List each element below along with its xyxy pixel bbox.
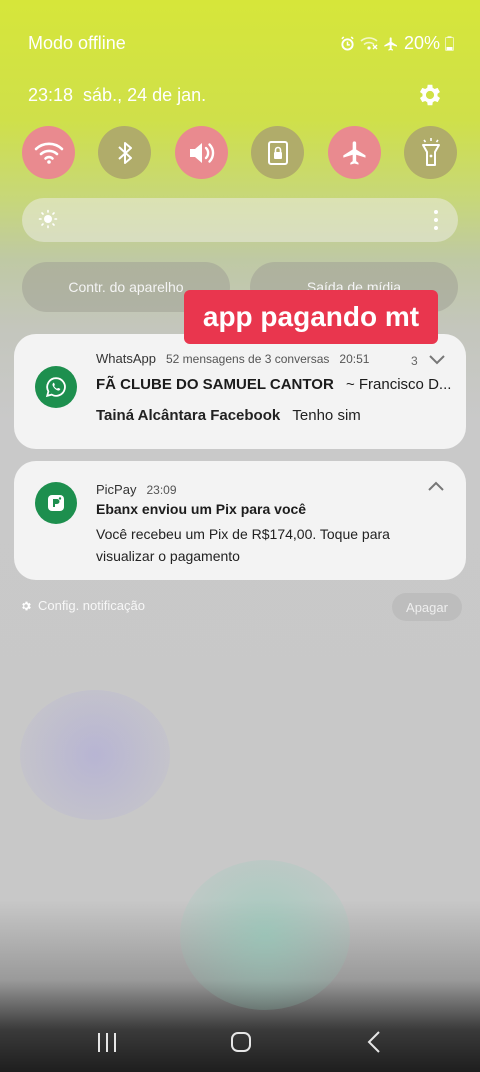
battery-percent: 20%: [403, 33, 440, 53]
chevron-down-icon[interactable]: [428, 354, 446, 366]
bluetooth-icon: [117, 141, 132, 164]
datetime: 23:18 sáb., 24 de jan.: [28, 85, 206, 106]
airplane-icon: [342, 140, 365, 165]
notification-title: FÃ CLUBE DO SAMUEL CANTOR ~ Francisco D.…: [96, 376, 451, 393]
home-icon[interactable]: [226, 1028, 256, 1056]
sound-toggle[interactable]: [175, 126, 228, 179]
carrier-label: Modo offline: [28, 33, 126, 53]
airplane-toggle[interactable]: [328, 126, 381, 179]
picpay-icon: [35, 482, 77, 524]
notification-body-line: visualizar o pagamento: [96, 548, 240, 564]
navigation-bar: [0, 1020, 480, 1072]
app-name: WhatsApp: [96, 351, 156, 366]
airplane-icon: [384, 36, 397, 51]
notification-settings-label: Config. notificação: [38, 598, 145, 613]
brightness-slider[interactable]: [22, 198, 458, 242]
wifi-off-icon: [360, 37, 378, 50]
quick-toggles: [22, 126, 458, 180]
gear-icon: [22, 601, 31, 610]
group-name: FÃ CLUBE DO SAMUEL CANTOR: [96, 376, 334, 393]
date: sáb., 24 de jan.: [83, 85, 207, 105]
flashlight-icon: [421, 137, 440, 166]
group-sender: ~ Francisco D...: [345, 376, 452, 393]
back-icon[interactable]: [360, 1028, 390, 1056]
notification-settings-button[interactable]: Config. notificação: [20, 598, 145, 613]
status-bar: Modo offline 20%: [0, 30, 480, 58]
more-options-icon[interactable]: [432, 208, 440, 232]
message-sender: Tainá Alcântara Facebook: [96, 407, 281, 424]
clock: 23:18: [28, 85, 74, 105]
alarm-icon: [341, 36, 354, 51]
gear-icon[interactable]: [416, 81, 444, 109]
recents-icon[interactable]: [92, 1028, 122, 1056]
wallpaper-blob: [180, 860, 350, 1010]
notification-picpay[interactable]: PicPay 23:09 Ebanx enviou um Pix para vo…: [14, 461, 466, 580]
volume-icon: [189, 142, 214, 163]
notification-message: Tainá Alcântara Facebook Tenho sim: [96, 407, 361, 424]
wifi-toggle[interactable]: [22, 126, 75, 179]
battery-icon: [445, 36, 454, 51]
brightness-icon: [38, 209, 58, 229]
rotation-lock-toggle[interactable]: [251, 126, 304, 179]
notification-time: 23:09: [146, 482, 177, 497]
notification-header: PicPay 23:09: [96, 482, 177, 497]
whatsapp-icon: [35, 366, 77, 408]
notification-body-line: Você recebeu um Pix de R$174,00. Toque p…: [96, 526, 390, 542]
notification-time: 20:51: [339, 351, 370, 366]
notification-header: WhatsApp 52 mensagens de 3 conversas 20:…: [96, 351, 369, 366]
status-icons: 20%: [340, 33, 454, 54]
bluetooth-toggle[interactable]: [98, 126, 151, 179]
flashlight-toggle[interactable]: [404, 126, 457, 179]
notification-title: Ebanx enviou um Pix para você: [96, 501, 307, 517]
wifi-icon: [34, 142, 63, 164]
notification-count: 3: [411, 354, 418, 368]
lock-icon: [267, 140, 288, 165]
overlay-sticker: app pagando mt: [184, 290, 438, 344]
notification-body: Você recebeu um Pix de R$174,00. Toque p…: [96, 523, 390, 567]
device-controls-label: Contr. do aparelho: [68, 279, 184, 295]
notification-summary: 52 mensagens de 3 conversas: [165, 351, 330, 366]
wallpaper-blob: [20, 690, 170, 820]
chevron-up-icon[interactable]: [427, 480, 445, 492]
app-name: PicPay: [96, 482, 137, 497]
message-text: Tenho sim: [292, 407, 361, 424]
clear-button[interactable]: Apagar: [392, 593, 462, 621]
notification-whatsapp[interactable]: WhatsApp 52 mensagens de 3 conversas 20:…: [14, 334, 466, 449]
